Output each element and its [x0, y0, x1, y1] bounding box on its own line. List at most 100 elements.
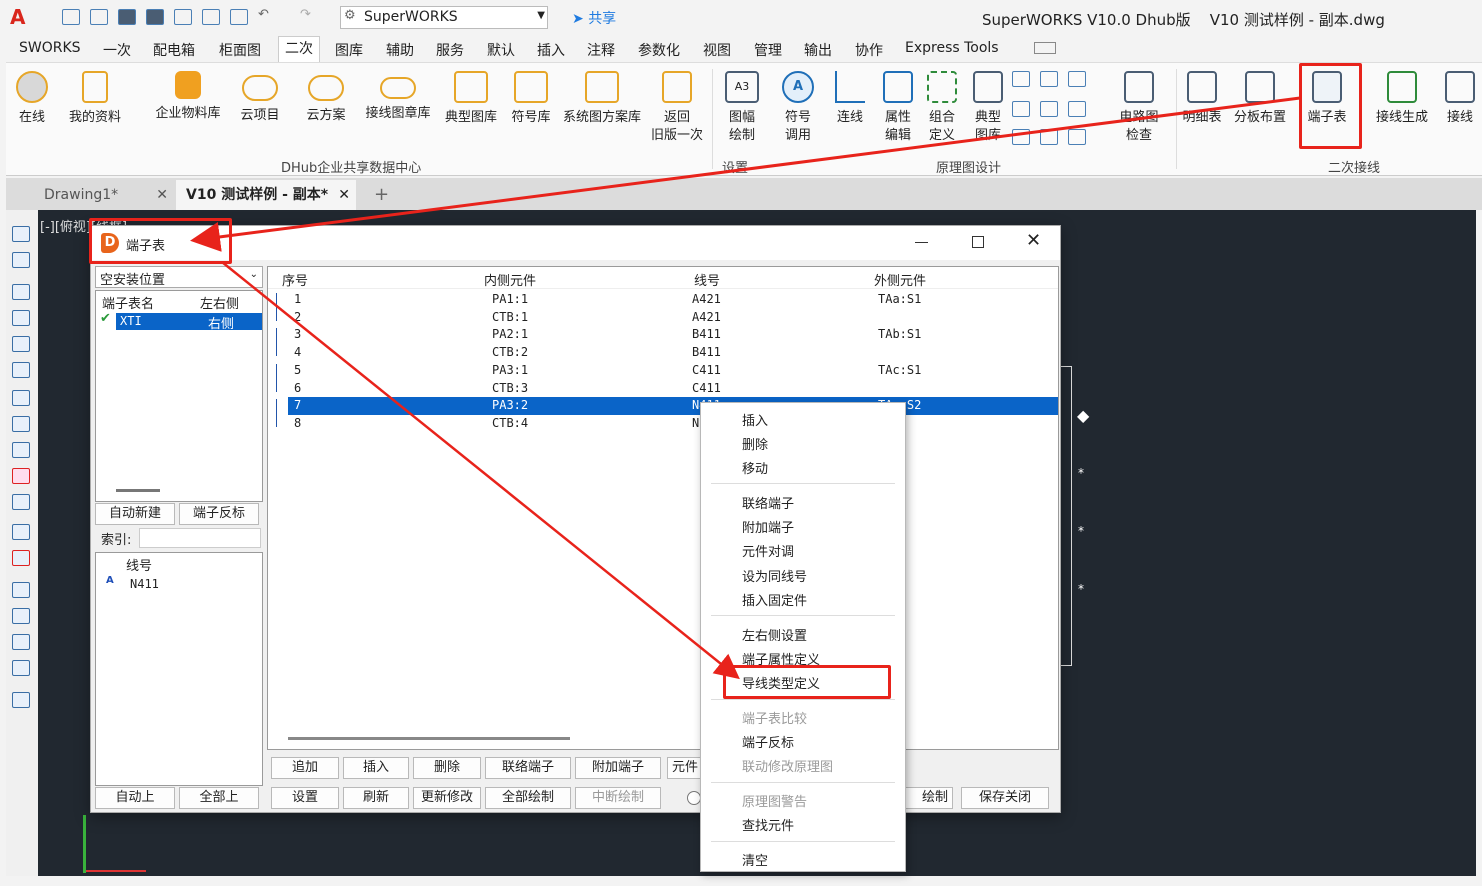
small-tool-icon[interactable]: [1068, 71, 1086, 87]
horizontal-scrollbar[interactable]: [288, 737, 570, 740]
ribbon-sheet-draw[interactable]: A3 图幅 绘制: [720, 71, 764, 145]
close-icon[interactable]: ✕: [156, 180, 168, 210]
index-input[interactable]: [139, 528, 261, 548]
menu-item-insert-fixture[interactable]: 插入固定件: [742, 590, 807, 609]
ribbon-circuit-check[interactable]: 电路图 检查: [1114, 71, 1164, 145]
menu-primary[interactable]: 一次: [103, 40, 131, 60]
small-tool-icon[interactable]: [1040, 71, 1058, 87]
table-row[interactable]: 4 CTB:2 B411: [268, 344, 1058, 362]
ribbon-group-define[interactable]: 组合 定义: [920, 71, 964, 145]
ribbon-enterprise-library[interactable]: 企业物料库: [150, 71, 226, 123]
export-icon[interactable]: [174, 9, 192, 25]
menu-item-delete[interactable]: 删除: [742, 434, 768, 453]
wire-item[interactable]: N411: [130, 577, 159, 591]
component-button[interactable]: 元件: [667, 757, 703, 779]
ribbon-wiring[interactable]: 接线: [1442, 71, 1478, 127]
tool-icon[interactable]: [12, 284, 30, 300]
refresh-button[interactable]: 刷新: [343, 787, 409, 809]
table-row[interactable]: 6 CTB:3 C411: [268, 380, 1058, 398]
table-row[interactable]: 8 CTB:4 N: [268, 415, 1058, 433]
menu-item-find-component[interactable]: 查找元件: [742, 815, 794, 834]
ribbon-wiring-stamp-library[interactable]: 接线图章库: [360, 71, 436, 123]
ribbon-system-diagram-library[interactable]: 系统图方案库: [558, 71, 646, 127]
menu-item-compare-table[interactable]: 端子表比较: [742, 708, 807, 727]
save-icon[interactable]: [118, 9, 136, 25]
minimize-icon[interactable]: [915, 242, 928, 243]
redo-icon[interactable]: ↷: [300, 7, 311, 22]
menu-item-same-wire-number[interactable]: 设为同线号: [742, 566, 807, 585]
tool-icon[interactable]: [12, 362, 30, 378]
menu-express-tools[interactable]: Express Tools: [905, 40, 999, 56]
append-button[interactable]: 追加: [271, 757, 339, 779]
strip-header-name[interactable]: 端子表名: [102, 293, 154, 312]
menu-item-swap-component[interactable]: 元件对调: [742, 541, 794, 560]
ribbon-typical-gallery[interactable]: 典型 图库: [966, 71, 1010, 145]
wire-header[interactable]: 线号: [126, 555, 152, 574]
draw-radio[interactable]: [687, 791, 701, 805]
interrupt-draw-button[interactable]: 中断绘制: [575, 787, 661, 809]
menu-distribution-box[interactable]: 配电箱: [153, 40, 195, 60]
ribbon-attribute-edit[interactable]: 属性 编辑: [876, 71, 920, 145]
small-tool-icon[interactable]: [1068, 129, 1086, 145]
table-row[interactable]: 7PA3:2N411TAn:S2: [288, 397, 1058, 416]
col-header-wire[interactable]: 线号: [694, 270, 720, 289]
all-up-button[interactable]: 全部上: [179, 787, 259, 809]
ribbon-cloud-scheme[interactable]: 云方案: [300, 71, 352, 125]
menu-default[interactable]: 默认: [487, 40, 515, 60]
small-tool-icon[interactable]: [1012, 101, 1030, 117]
draw-all-button[interactable]: 全部绘制: [485, 787, 571, 809]
menu-item-terminal-reverse[interactable]: 端子反标: [742, 732, 794, 751]
scrollbar-thumb[interactable]: [116, 489, 160, 492]
col-header-no[interactable]: 序号: [282, 270, 308, 289]
save-close-button[interactable]: 保存关闭: [961, 787, 1049, 809]
print-icon[interactable]: [230, 9, 248, 25]
col-header-inner[interactable]: 内侧元件: [484, 270, 536, 289]
tool-icon[interactable]: [12, 524, 30, 540]
ribbon-return-legacy[interactable]: 返回 旧版一次: [646, 71, 708, 145]
menu-item-contact-terminal[interactable]: 联络端子: [742, 493, 794, 512]
small-tool-icon[interactable]: [1040, 129, 1058, 145]
update-changes-button[interactable]: 更新修改: [413, 787, 481, 809]
menu-item-schematic-warning[interactable]: 原理图警告: [742, 791, 807, 810]
close-icon[interactable]: ✕: [338, 180, 350, 210]
tool-icon[interactable]: [12, 442, 30, 458]
auto-up-button[interactable]: 自动上: [95, 787, 175, 809]
ribbon-online[interactable]: 在线: [12, 71, 52, 127]
tab-drawing1[interactable]: Drawing1* ✕: [34, 180, 174, 210]
menu-item-side-settings[interactable]: 左右侧设置: [742, 625, 807, 644]
tool-icon[interactable]: [12, 310, 30, 326]
menu-assist[interactable]: 辅助: [386, 40, 414, 60]
menu-sworks[interactable]: SWORKS: [19, 40, 81, 56]
menu-item-insert[interactable]: 插入: [742, 410, 768, 429]
maximize-icon[interactable]: [972, 236, 984, 248]
tool-icon[interactable]: [12, 660, 30, 676]
table-row[interactable]: 5 PA3:1 C411 TAc:S1: [268, 362, 1058, 380]
location-select[interactable]: 空安装位置 ⌄: [95, 266, 263, 288]
menu-item-attach-terminal[interactable]: 附加端子: [742, 517, 794, 536]
close-icon[interactable]: ✕: [1026, 230, 1041, 251]
tool-icon[interactable]: [12, 692, 30, 708]
menu-panel-view[interactable]: 柜面图: [219, 40, 261, 60]
menu-annotate[interactable]: 注释: [587, 40, 615, 60]
upload-icon[interactable]: [202, 9, 220, 25]
ribbon-detail-table[interactable]: 明细表: [1180, 71, 1224, 127]
tool-icon[interactable]: [12, 494, 30, 510]
strip-row[interactable]: XTI 右侧: [116, 313, 262, 332]
tool-icon[interactable]: [12, 336, 30, 352]
auto-new-button[interactable]: 自动新建: [95, 503, 175, 525]
menu-library[interactable]: 图库: [335, 40, 363, 60]
small-tool-icon[interactable]: [1068, 101, 1086, 117]
small-tool-icon[interactable]: [1012, 129, 1030, 145]
menu-insert[interactable]: 插入: [537, 40, 565, 60]
menu-service[interactable]: 服务: [436, 40, 464, 60]
strip-header-side[interactable]: 左右侧: [200, 293, 239, 312]
small-tool-icon[interactable]: [1040, 101, 1058, 117]
ribbon-wiring-generate[interactable]: 接线生成: [1370, 71, 1434, 127]
attach-terminal-button[interactable]: 附加端子: [575, 757, 661, 779]
ribbon-symbol-library[interactable]: 符号库: [506, 71, 556, 127]
tool-icon[interactable]: [12, 252, 30, 268]
table-row[interactable]: 2 CTB:1 A421: [268, 309, 1058, 327]
ribbon-connect-line[interactable]: 连线: [828, 71, 872, 127]
ribbon-board-layout[interactable]: 分板布置: [1230, 71, 1290, 127]
tool-icon[interactable]: [12, 416, 30, 432]
